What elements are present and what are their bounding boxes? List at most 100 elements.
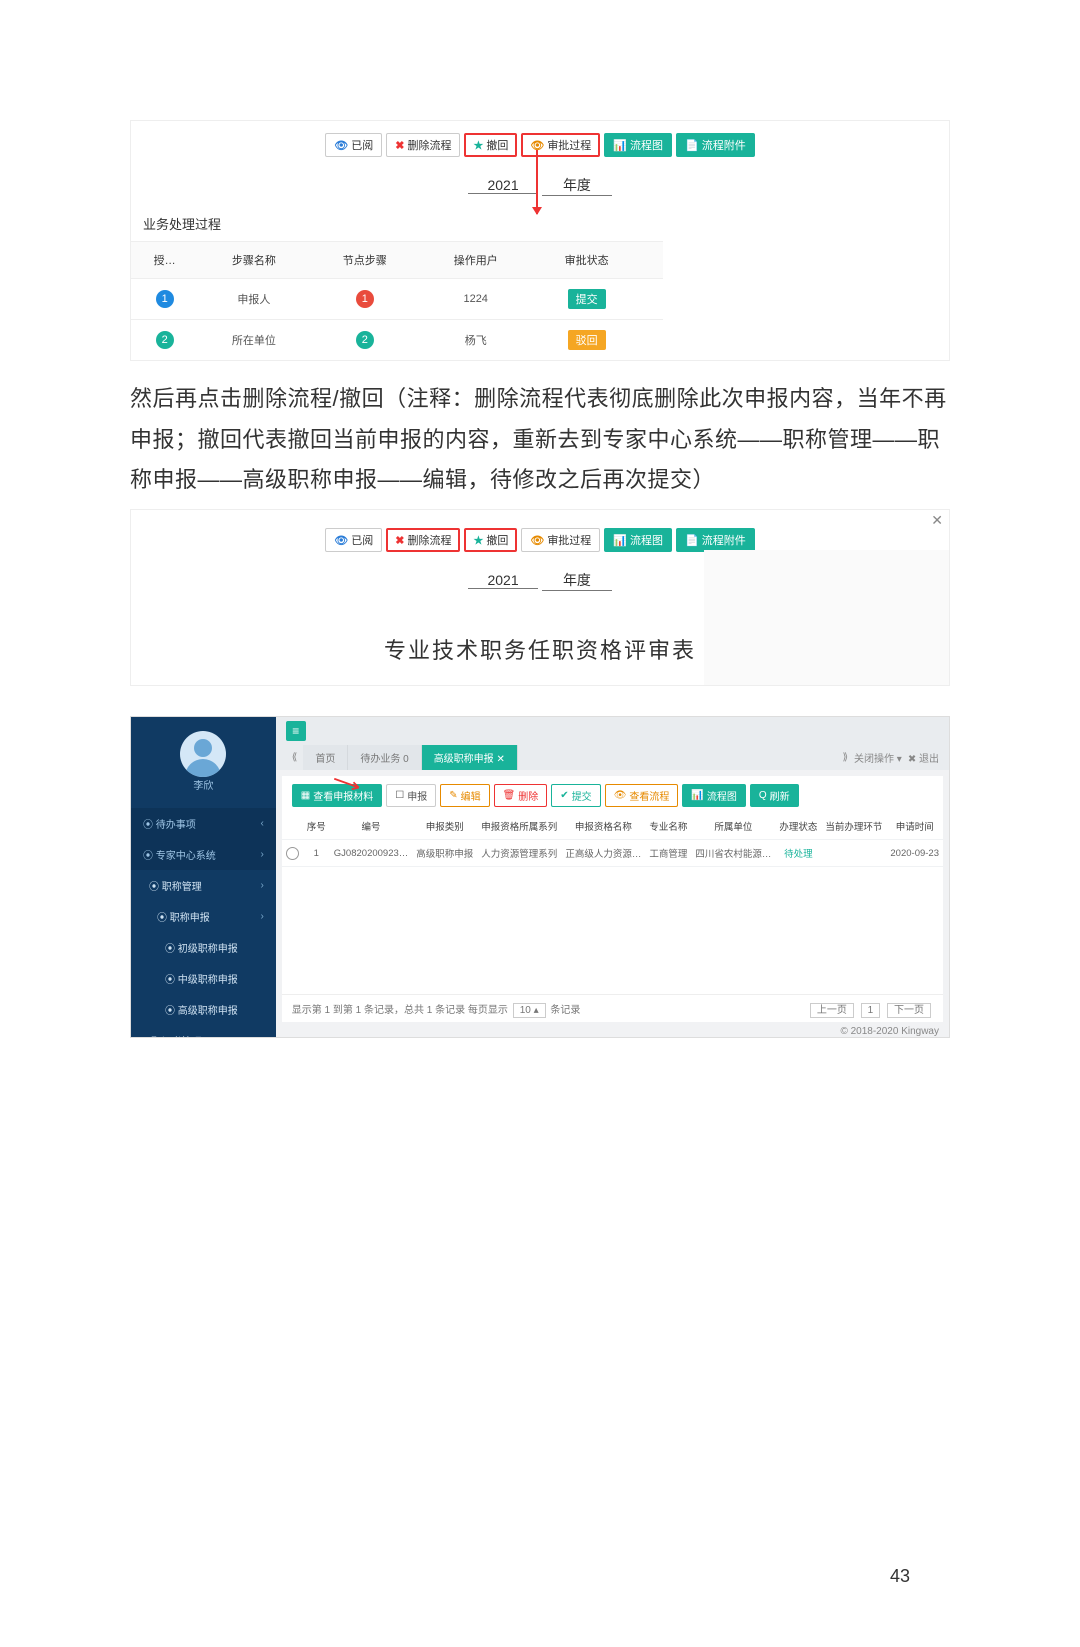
button-icon: 👁 <box>334 534 348 547</box>
toolbar-button[interactable]: 📊流程图 <box>604 528 672 552</box>
node-dot: 2 <box>356 331 374 349</box>
tab[interactable]: 首页 <box>303 745 348 770</box>
row-select-radio[interactable] <box>286 847 299 860</box>
next-page-button[interactable]: 下一页 <box>887 1003 931 1018</box>
screenshot-approval-process: 👁已阅✖删除流程★撤回👁审批过程📊流程图📄流程附件 2021 年度 业务处理过程… <box>130 120 950 361</box>
tab[interactable]: 待办业务 0 <box>348 745 421 770</box>
col-header: 办理状态 <box>775 813 821 840</box>
close-icon[interactable]: ✕ <box>931 512 943 529</box>
button-icon: 👁 <box>334 139 348 152</box>
sidebar-item[interactable]: ⦿ 专家中心系统› <box>131 839 276 870</box>
screenshot-form-header: ✕ 👁已阅✖删除流程★撤回👁审批过程📊流程图📄流程附件 2021 年度 专业技术… <box>130 509 950 686</box>
button-icon: 📊 <box>613 534 627 547</box>
step-dot: 2 <box>156 331 174 349</box>
sidebar-item[interactable]: ⦿ 证书管理‹ <box>131 1025 276 1038</box>
tab[interactable]: 高级职称申报 ✕ <box>422 745 518 770</box>
col-header: 审批状态 <box>531 242 642 279</box>
button-icon: 🗑 <box>503 790 516 801</box>
sidebar: 李欣 ⦿ 待办事项‹⦿ 专家中心系统›⦿ 职称管理›⦿ 职称申报›⦿ 初级职称申… <box>131 717 276 1037</box>
col-header: 当前办理环节 <box>821 813 886 840</box>
sidebar-item[interactable]: ⦿ 职称申报› <box>131 901 276 932</box>
toolbar-button[interactable]: ✖删除流程 <box>386 528 460 552</box>
button-label: 刷新 <box>770 788 790 803</box>
cell-seq: 1 <box>303 840 330 867</box>
prev-page-button[interactable]: 上一页 <box>810 1003 854 1018</box>
chevron-icon: › <box>260 880 263 891</box>
status-badge: 驳回 <box>568 330 606 350</box>
step-dot: 1 <box>156 290 174 308</box>
op-button[interactable]: 🗑删除 <box>494 784 548 807</box>
table-row[interactable]: 1GJ0820200923…高级职称申报人力资源管理系列正高级人力资源…工商管理… <box>282 840 943 867</box>
col-header: 申报类别 <box>412 813 477 840</box>
button-label: 流程附件 <box>702 532 746 548</box>
panel-title: 业务处理过程 <box>143 214 221 233</box>
col-header: 申请时间 <box>886 813 943 840</box>
tab-right-action[interactable]: 关闭操作 ▾ <box>854 750 902 765</box>
page-size-select[interactable]: 10 ▴ <box>513 1003 546 1018</box>
avatar <box>180 731 226 777</box>
sidebar-item-label: ⦿ 职称申报 <box>157 909 210 924</box>
button-icon: ★ <box>473 534 483 547</box>
toolbar-button[interactable]: 👁已阅 <box>325 133 382 157</box>
step-name: 所在单位 <box>198 320 309 361</box>
toolbar-button[interactable]: 📄流程附件 <box>676 528 755 552</box>
sidebar-item[interactable]: ⦿ 待办事项‹ <box>131 808 276 839</box>
tab-right-action[interactable]: ✖ 退出 <box>908 750 939 765</box>
toolbar-button[interactable]: 👁已阅 <box>325 528 382 552</box>
toolbar-button[interactable]: 👁审批过程 <box>521 528 600 552</box>
page-number: 43 <box>890 1566 910 1587</box>
toolbar-button[interactable]: ✖删除流程 <box>386 133 460 157</box>
toolbar-button[interactable]: 👁审批过程 <box>521 133 600 157</box>
col-header: 序号 <box>303 813 330 840</box>
step-name: 申报人 <box>198 279 309 320</box>
button-label: 提交 <box>572 788 592 803</box>
chevron-icon: ‹ <box>260 818 263 829</box>
toolbar-button[interactable]: 📊流程图 <box>604 133 672 157</box>
button-label: 删除 <box>518 788 538 803</box>
button-icon: 📄 <box>685 139 699 152</box>
op-button[interactable]: 👁查看流程 <box>605 784 679 807</box>
cell-node <box>821 840 886 867</box>
tabs-scroll-left-icon[interactable]: ⟪ <box>286 747 304 768</box>
pager-buttons: 上一页 1 下一页 <box>808 1001 933 1016</box>
sidebar-item[interactable]: ⦿ 中级职称申报 <box>131 963 276 994</box>
op-button[interactable]: ▦查看申报材料 <box>292 784 382 807</box>
col-header: 步骤名称 <box>198 242 309 279</box>
button-label: 删除流程 <box>407 532 451 548</box>
sidebar-item-label: ⦿ 中级职称申报 <box>165 971 238 986</box>
pager-info: 显示第 1 到第 1 条记录，总共 1 条记录 每页显示 10 ▴ 条记录 <box>292 1001 581 1016</box>
sidebar-item[interactable]: ⦿ 职称管理› <box>131 870 276 901</box>
tab-right-action[interactable]: ⟫ <box>842 752 848 763</box>
sidebar-item[interactable]: ⦿ 初级职称申报 <box>131 932 276 963</box>
button-label: 撤回 <box>486 137 508 153</box>
tabs-right-ops: ⟫ 关闭操作 ▾ ✖ 退出 <box>842 750 939 765</box>
menu-toggle-icon[interactable]: ≡ <box>286 721 306 741</box>
button-icon: ☐ <box>395 790 404 801</box>
toolbar-button[interactable]: 📄流程附件 <box>676 133 755 157</box>
button-label: 编辑 <box>461 788 481 803</box>
toolbar-button[interactable]: ★撤回 <box>464 133 517 157</box>
op-button[interactable]: ☐申报 <box>386 784 436 807</box>
sidebar-item-label: ⦿ 初级职称申报 <box>165 940 238 955</box>
button-label: 已阅 <box>351 137 373 153</box>
year-value: 2021 <box>468 572 538 589</box>
button-label: 撤回 <box>486 532 508 548</box>
button-icon: 📄 <box>685 534 699 547</box>
button-label: 查看流程 <box>629 788 669 803</box>
pager: 显示第 1 到第 1 条记录，总共 1 条记录 每页显示 10 ▴ 条记录 上一… <box>282 994 943 1022</box>
toolbar-button[interactable]: ★撤回 <box>464 528 517 552</box>
op-button[interactable]: ✔提交 <box>551 784 600 807</box>
button-label: 审批过程 <box>547 137 591 153</box>
op-button[interactable]: 📊流程图 <box>682 784 745 807</box>
operator: 1224 <box>420 279 531 320</box>
button-icon: Q <box>759 790 767 801</box>
year-label: 年度 <box>542 175 612 196</box>
col-header: 节点步骤 <box>309 242 420 279</box>
button-label: 流程图 <box>630 532 663 548</box>
cell-major: 工商管理 <box>645 840 691 867</box>
op-button[interactable]: Q刷新 <box>750 784 799 807</box>
button-icon: 📊 <box>613 139 627 152</box>
current-page: 1 <box>861 1003 881 1018</box>
sidebar-item[interactable]: ⦿ 高级职称申报 <box>131 994 276 1025</box>
op-button[interactable]: ✎编辑 <box>440 784 489 807</box>
